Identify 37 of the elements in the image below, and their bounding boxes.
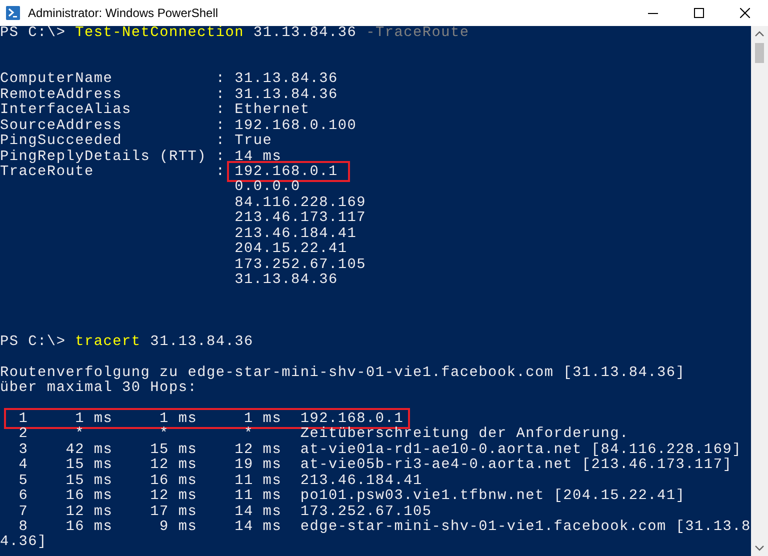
output-text: RemoteAddress : 31.13.84.36 <box>0 88 338 103</box>
close-icon <box>740 8 750 18</box>
output-text: 6 16 ms 12 ms 11 ms po101.psw03.vie1.tfbnw.net [204.15.22.41] <box>18 489 686 505</box>
scrollbar[interactable] <box>751 26 768 556</box>
output-text: Routenverfolgung zu edge-star-mini-shv-01-vie1.facebook.com [31.13.84.36] <box>0 366 686 381</box>
argument-text: 31.13.84.36 <box>252 26 357 42</box>
output-text: 4.36] <box>0 535 47 551</box>
powershell-icon <box>6 6 20 20</box>
output-text: 7 12 ms 17 ms 14 ms 173.252.67.105 <box>18 504 432 520</box>
output-text: PingReplyDetails (RTT) : 14 ms <box>0 150 282 165</box>
output-text: TraceRoute : <box>0 164 226 180</box>
output-text: 31.13.84.36 <box>234 273 338 288</box>
output-text: über maximal 30 Hops: <box>0 381 198 396</box>
output-text: 173.252.67.105 <box>234 258 366 273</box>
output-text: 1 1 ms 1 ms 1 ms 192.168.0.1 <box>18 410 404 427</box>
argument-text: 31.13.84.36 <box>149 334 254 350</box>
output-text: InterfaceAlias : Ethernet <box>0 103 310 118</box>
output-text: 204.15.22.41 <box>234 242 348 258</box>
output-text: 8 16 ms 9 ms 14 ms edge-star-mini-shv-01-vie1.facebook.com [31.13.8 <box>18 520 751 535</box>
maximize-icon <box>694 8 704 18</box>
output-text: 2 * * * Zeitüberschreitung der Anforderung. <box>18 427 629 442</box>
output-text: 192.168.0.1 <box>234 164 338 180</box>
prompt-text: PS C:\> <box>0 334 67 350</box>
output-text: SourceAddress : 192.168.0.100 <box>0 118 357 134</box>
output-text: 0.0.0.0 <box>234 180 300 196</box>
output-text: ComputerName : 31.13.84.36 <box>0 72 338 88</box>
output-text: 213.46.184.41 <box>234 226 357 242</box>
window-title: Administrator: Windows PowerShell <box>28 6 220 20</box>
scroll-thumb[interactable] <box>755 43 764 63</box>
output-text: 4 15 ms 12 ms 19 ms at-vie05b-ri3-ae4-0.aorta.net [213.46.173.117] <box>18 458 732 474</box>
output-text: 213.46.173.117 <box>234 211 366 227</box>
output-text: 5 15 ms 16 ms 11 ms 213.46.184.41 <box>18 474 422 489</box>
output-text: PingSucceeded : True <box>0 134 272 150</box>
output-text: 3 42 ms 15 ms 12 ms at-vie01a-rd1-ae10-0.aorta.net [84.116.228.169] <box>18 442 742 458</box>
command-text: tracert <box>75 334 141 350</box>
output-text: 84.116.228.169 <box>234 196 366 211</box>
parameter-text: -TraceRoute <box>365 26 470 42</box>
